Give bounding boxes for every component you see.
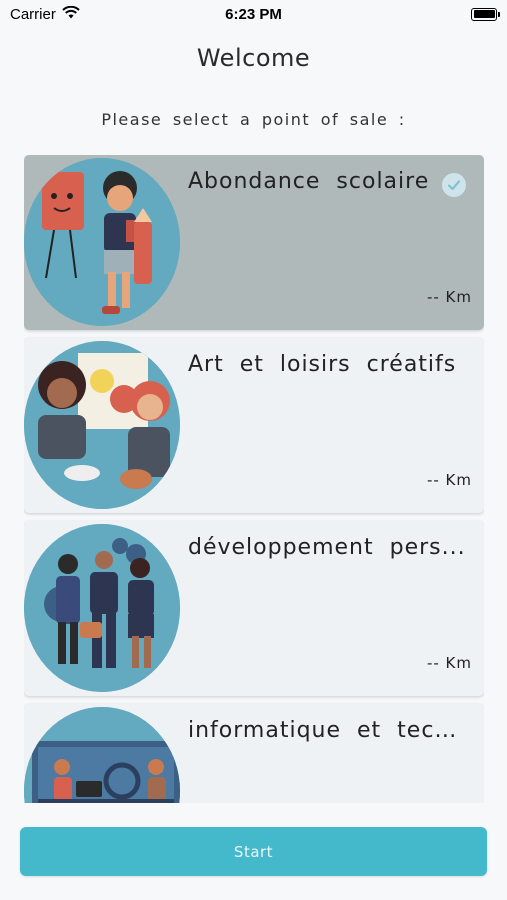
check-icon [442, 173, 466, 197]
point-of-sale-distance: -- Km [426, 288, 472, 306]
point-of-sale-card[interactable]: Art et loisirs créatifs -- Km [24, 338, 484, 513]
school-supplies-illustration [24, 158, 180, 326]
status-left: Carrier [10, 5, 80, 23]
point-of-sale-name: informatique et techn... [188, 718, 470, 743]
point-of-sale-card[interactable]: Abondance scolaire -- Km [24, 155, 484, 330]
point-of-sale-name: développement pers... [188, 535, 466, 560]
carrier-label: Carrier [10, 5, 56, 23]
wifi-icon [62, 5, 80, 23]
point-of-sale-distance: -- Km [426, 471, 472, 489]
point-of-sale-name: Art et loisirs créatifs [188, 352, 457, 377]
page-title: Welcome [196, 44, 311, 72]
point-of-sale-card[interactable]: développement pers... -- Km [24, 521, 484, 696]
status-bar: Carrier 6:23 PM [0, 0, 507, 28]
battery-icon [471, 7, 500, 21]
start-button[interactable]: Start [20, 827, 487, 876]
art-painting-illustration [24, 341, 180, 509]
computer-tech-illustration [24, 707, 180, 803]
point-of-sale-card[interactable]: informatique et techn... [24, 704, 484, 803]
page-subtitle: Please select a point of sale : [101, 110, 406, 129]
personal-development-illustration [24, 524, 180, 692]
point-of-sale-name: Abondance scolaire [188, 169, 430, 194]
point-of-sale-distance: -- Km [426, 654, 472, 672]
point-of-sale-list[interactable]: Abondance scolaire -- Km Art et loisirs … [24, 155, 484, 803]
